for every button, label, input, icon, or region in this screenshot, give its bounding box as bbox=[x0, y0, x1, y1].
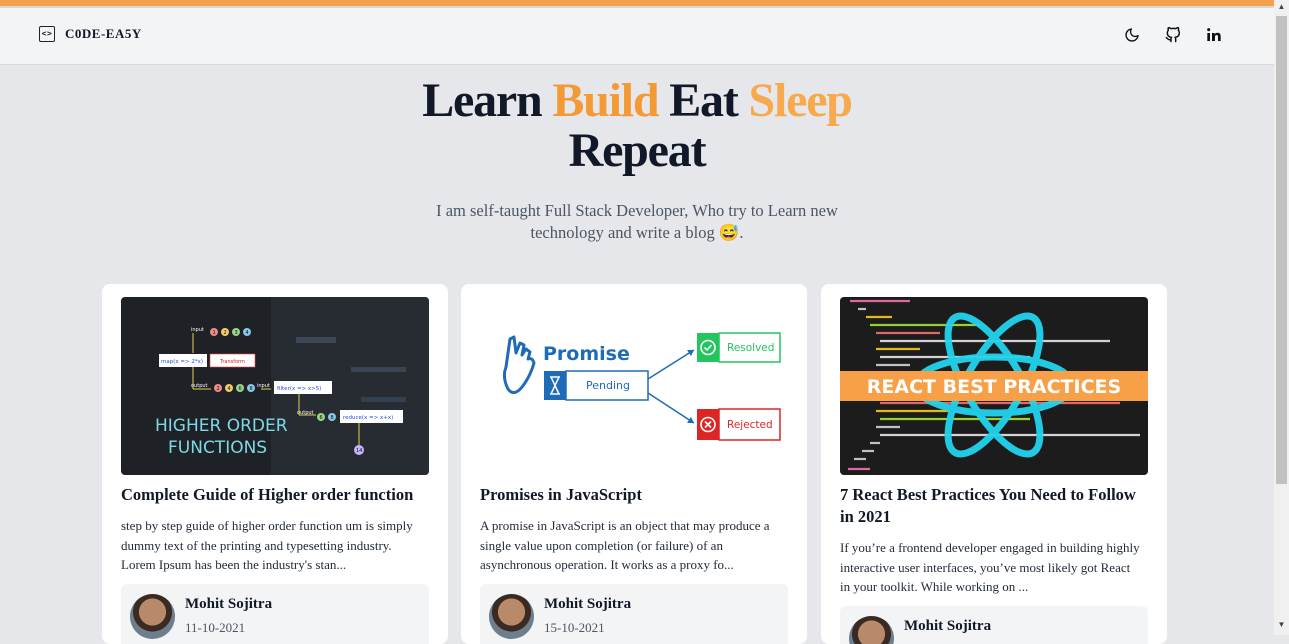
post-thumbnail-promise[interactable]: Promise Pending Resolved Rejected bbox=[480, 297, 788, 475]
hero: Learn Build Eat Sleep Repeat I am self-t… bbox=[0, 76, 1274, 244]
promise-heading: Promise bbox=[543, 343, 630, 365]
post-date: 15-10-2021 bbox=[544, 620, 605, 635]
react-banner-text: REACT BEST PRACTICES bbox=[867, 376, 1121, 398]
hof-mapped-4: 8 bbox=[250, 386, 253, 392]
avatar bbox=[130, 594, 175, 639]
promise-resolved-box: Resolved bbox=[727, 342, 774, 354]
scroll-down-arrow-icon[interactable]: ▼ bbox=[1275, 620, 1288, 634]
author-box: Mohit Sojitra 15-10-2021 bbox=[480, 584, 788, 644]
author-name: Mohit Sojitra bbox=[185, 596, 273, 612]
hof-mapped-1: 2 bbox=[217, 386, 220, 392]
nav-actions bbox=[1123, 26, 1222, 43]
post-excerpt: A promise in JavaScript is an object tha… bbox=[480, 518, 770, 572]
hof-mapped-3: 6 bbox=[239, 386, 242, 392]
post-date: 11-10-2021 bbox=[185, 620, 246, 635]
hof-mapped-2: 4 bbox=[228, 386, 231, 392]
post-title[interactable]: Promises in JavaScript bbox=[480, 484, 790, 506]
hof-node-1: 1 bbox=[213, 330, 216, 336]
hero-title: Learn Build Eat Sleep Repeat bbox=[0, 76, 1274, 176]
hof-filtered-1: 6 bbox=[320, 415, 323, 421]
hof-label-output: output bbox=[191, 383, 208, 389]
avatar bbox=[489, 594, 534, 639]
post-card-react[interactable]: REACT BEST PRACTICES 7 React Best Practi… bbox=[821, 284, 1167, 644]
author-name: Mohit Sojitra bbox=[904, 618, 992, 634]
hof-banner-line1: HIGHER ORDER bbox=[155, 416, 288, 436]
post-card-higher-order[interactable]: input 1 2 3 4 map(x => 2*x) Transform ou… bbox=[102, 284, 448, 644]
hero-word-eat: Eat bbox=[669, 74, 739, 127]
hof-node-4: 4 bbox=[246, 330, 249, 336]
hof-map-box: map(x => 2*x) bbox=[161, 359, 203, 365]
hof-node-2: 2 bbox=[224, 330, 227, 336]
brand-name: C0DE-EA5Y bbox=[65, 26, 142, 41]
promise-pending-box: Pending bbox=[586, 379, 630, 392]
scroll-up-arrow-icon[interactable]: ▲ bbox=[1275, 2, 1288, 16]
post-thumbnail-hof[interactable]: input 1 2 3 4 map(x => 2*x) Transform ou… bbox=[121, 297, 429, 475]
moon-icon[interactable] bbox=[1123, 26, 1140, 43]
author-box: Mohit Sojitra 11-10-2021 bbox=[121, 584, 429, 644]
post-card-promises[interactable]: Promise Pending Resolved Rejected Promis… bbox=[461, 284, 807, 644]
hof-node-3: 3 bbox=[235, 330, 238, 336]
hero-word-sleep: Sleep bbox=[748, 74, 853, 127]
hof-reduced: 14 bbox=[356, 448, 362, 454]
hof-label-output2: output bbox=[297, 410, 314, 416]
hof-transform-box: Transform bbox=[219, 359, 245, 365]
hero-word-learn: Learn bbox=[422, 74, 543, 127]
avatar bbox=[849, 616, 894, 644]
hof-filtered-2: 8 bbox=[331, 415, 334, 421]
post-excerpt: step by step guide of higher order funct… bbox=[121, 518, 413, 572]
navbar: <> C0DE-EA5Y bbox=[0, 8, 1274, 65]
github-icon[interactable] bbox=[1164, 26, 1181, 43]
post-title[interactable]: 7 React Best Practices You Need to Follo… bbox=[840, 484, 1150, 528]
brand-link[interactable]: <> C0DE-EA5Y bbox=[39, 26, 142, 42]
post-thumbnail-react[interactable]: REACT BEST PRACTICES bbox=[840, 297, 1148, 475]
scrollbar-thumb[interactable] bbox=[1276, 16, 1287, 484]
post-title[interactable]: Complete Guide of Higher order function bbox=[121, 484, 431, 506]
linkedin-icon[interactable] bbox=[1205, 26, 1222, 43]
promise-rejected-box: Rejected bbox=[727, 419, 773, 431]
hof-label-input2: input bbox=[257, 383, 270, 389]
hof-label-input: input bbox=[191, 327, 204, 333]
hof-filter-box: filter(x => x>5) bbox=[277, 386, 321, 392]
hero-word-repeat: Repeat bbox=[568, 124, 707, 177]
post-excerpt: If you’re a frontend developer engaged i… bbox=[840, 540, 1140, 594]
hof-reduce-box: reduce(x => x+x) bbox=[343, 415, 393, 421]
code-icon: <> bbox=[39, 26, 55, 42]
author-box: Mohit Sojitra bbox=[840, 606, 1148, 644]
hero-word-build: Build bbox=[552, 74, 659, 127]
hero-subtitle: I am self-taught Full Stack Developer, W… bbox=[436, 201, 838, 242]
author-name: Mohit Sojitra bbox=[544, 596, 632, 612]
hof-banner-line2: FUNCTIONS bbox=[168, 438, 267, 458]
